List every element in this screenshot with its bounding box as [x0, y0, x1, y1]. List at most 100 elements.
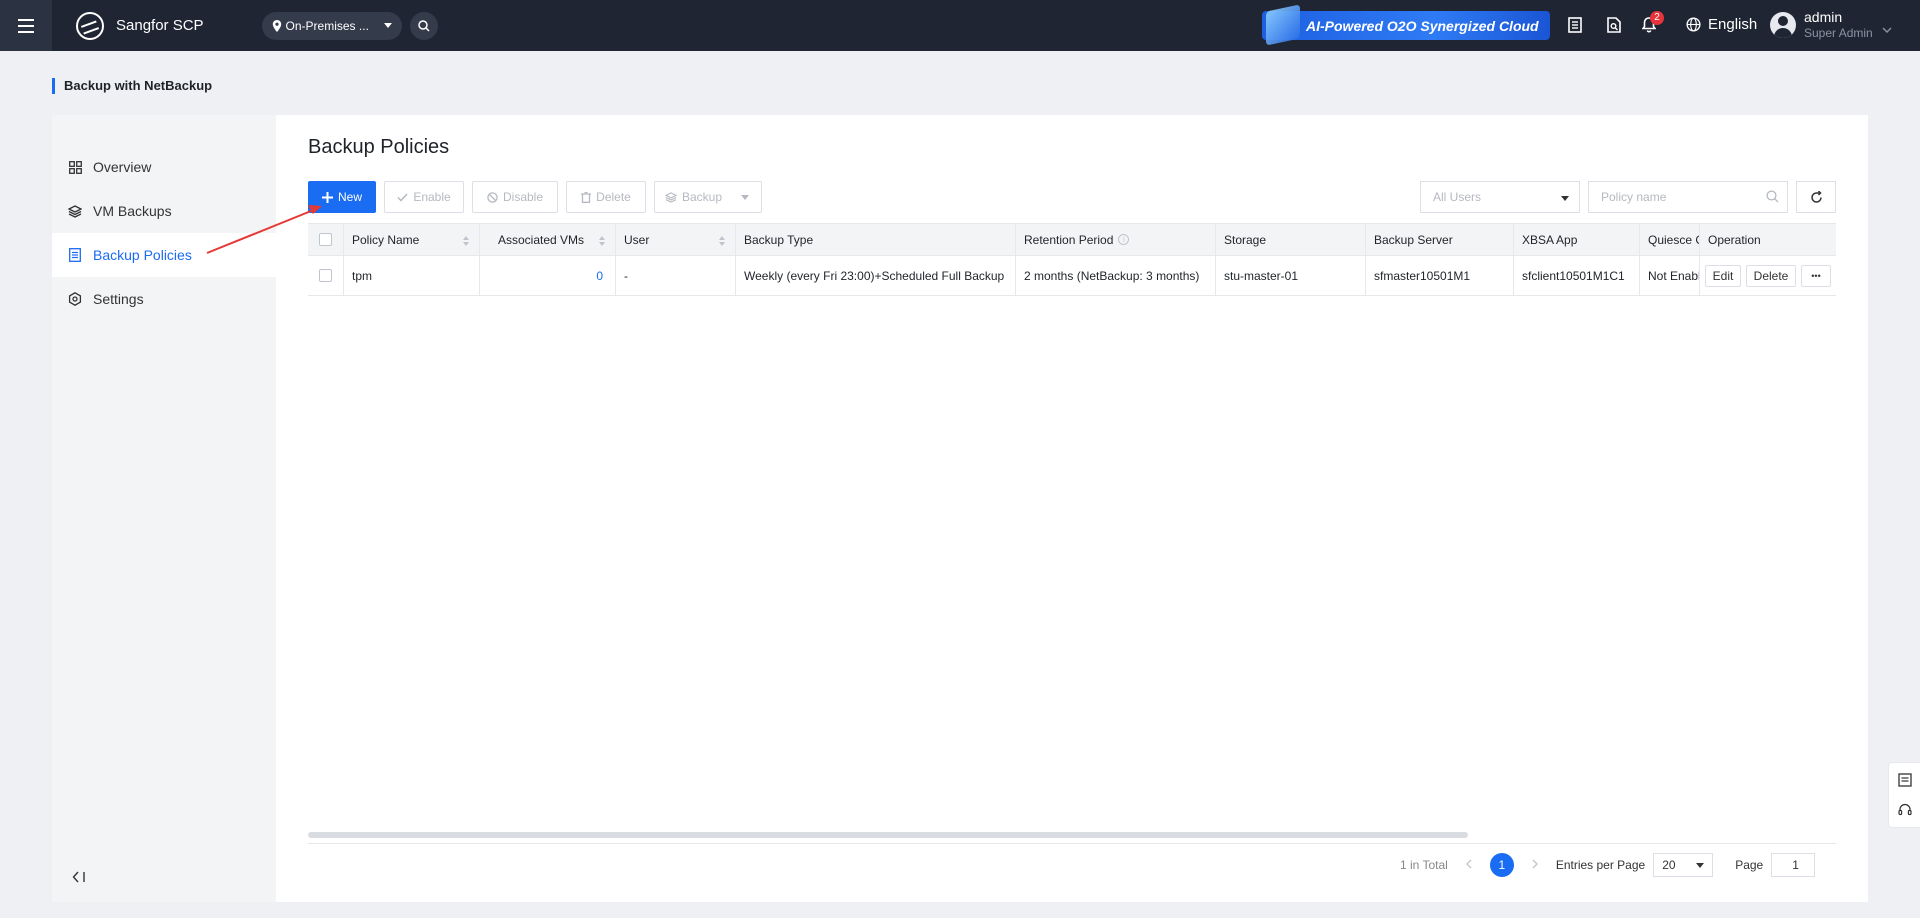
sidebar-item-label: Settings: [93, 291, 144, 307]
users-filter-value: All Users: [1433, 190, 1482, 204]
chevron-down-icon: [1561, 196, 1569, 201]
page-jump-input[interactable]: 1: [1771, 853, 1816, 877]
sidebar-item-label: Overview: [93, 159, 152, 175]
support-headset-icon[interactable]: [1898, 803, 1912, 817]
promo-banner[interactable]: AI-Powered O2O Synergized Cloud: [1262, 4, 1550, 46]
hamburger-icon: [18, 18, 34, 33]
next-page-chevron-icon[interactable]: [1532, 858, 1538, 872]
app-logo[interactable]: Sangfor SCP: [76, 11, 204, 40]
total-count: 1 in Total: [1400, 858, 1448, 872]
cell-backup-type: Weekly (every Fri 23:00)+Scheduled Full …: [736, 256, 1016, 295]
info-icon[interactable]: i: [1118, 234, 1130, 245]
cell-xbsa-app: sfclient10501M1C1: [1514, 256, 1640, 295]
region-label: On-Premises ...: [285, 18, 369, 33]
enable-button-label: Enable: [413, 190, 451, 204]
row-checkbox-cell[interactable]: [308, 256, 344, 295]
chevron-down-icon: [741, 195, 749, 200]
column-header-storage: Storage: [1216, 224, 1366, 255]
region-selector[interactable]: On-Premises ...: [261, 11, 402, 40]
column-header-label: Associated VMs: [498, 232, 585, 247]
plus-icon: [321, 191, 333, 203]
cloud-cube-icon: [1266, 4, 1300, 46]
new-policy-button[interactable]: New: [308, 181, 376, 213]
select-all-checkbox[interactable]: [319, 233, 332, 246]
select-all-checkbox-cell[interactable]: [308, 224, 344, 255]
new-button-label: New: [337, 190, 362, 204]
column-header-label: Policy Name: [352, 232, 420, 247]
top-navigation-bar: Sangfor SCP On-Premises ...: [0, 0, 1920, 51]
column-header-label: Backup Type: [744, 232, 814, 247]
policy-name-search-input[interactable]: Policy name: [1588, 181, 1788, 213]
sidebar-item-vm-backups[interactable]: VM Backups: [52, 189, 276, 233]
cell-retention-period: 2 months (NetBackup: 3 months): [1016, 256, 1216, 295]
more-actions-button[interactable]: •••: [1801, 264, 1831, 287]
table-row[interactable]: tpm 0 - Weekly (every Fri 23:00)+Schedul…: [308, 256, 1836, 296]
ban-icon: [487, 191, 498, 203]
users-filter-select[interactable]: All Users: [1420, 181, 1580, 213]
cell-storage: stu-master-01: [1216, 256, 1366, 295]
notification-count-badge: 2: [1650, 11, 1664, 25]
backup-dropdown-button[interactable]: Backup: [654, 181, 762, 213]
column-header-quiesce: Quiesce G: [1640, 224, 1700, 255]
entries-per-page-value: 20: [1662, 858, 1676, 872]
divider: [308, 843, 1836, 844]
entries-per-page-label: Entries per Page: [1555, 858, 1646, 872]
prev-page-chevron-icon[interactable]: [1465, 858, 1472, 872]
language-selector[interactable]: English: [1686, 16, 1757, 33]
column-header-associated-vms[interactable]: Associated VMs: [480, 224, 616, 255]
page-number-current[interactable]: 1: [1489, 853, 1514, 877]
hamburger-menu-button[interactable]: [0, 0, 52, 51]
promo-banner-text: AI-Powered O2O Synergized Cloud: [1306, 17, 1539, 34]
task-list-button[interactable]: [1566, 16, 1584, 34]
cell-associated-vms-link[interactable]: 0: [480, 256, 616, 295]
column-header-label: User: [624, 232, 650, 247]
search-icon: [1766, 190, 1779, 206]
task-list-icon: [1568, 17, 1582, 33]
page-header: Backup with NetBackup: [52, 78, 212, 94]
column-header-policy-name[interactable]: Policy Name: [344, 224, 480, 255]
feedback-form-icon[interactable]: [1898, 773, 1912, 787]
pagination: 1 in Total 1 Entries per Page 20 Page 1: [1400, 853, 1816, 877]
entries-per-page-select[interactable]: 20: [1653, 853, 1714, 877]
sidebar: Overview VM Backups Backup Policies Sett…: [52, 115, 276, 902]
global-search-button[interactable]: [409, 11, 438, 40]
delete-button[interactable]: Delete: [566, 181, 646, 213]
sidebar-item-settings[interactable]: Settings: [52, 277, 276, 321]
sort-icon[interactable]: [599, 236, 605, 246]
user-avatar[interactable]: [1770, 12, 1796, 38]
enable-button[interactable]: Enable: [384, 181, 464, 213]
column-header-label: Backup Server: [1374, 232, 1453, 247]
main-card: Overview VM Backups Backup Policies Sett…: [52, 115, 1868, 902]
refresh-button[interactable]: [1796, 181, 1836, 213]
user-menu-chevron-icon[interactable]: [1882, 22, 1892, 36]
globe-icon: [1686, 17, 1701, 32]
cell-backup-server: sfmaster10501M1: [1366, 256, 1514, 295]
horizontal-scrollbar[interactable]: [308, 832, 1468, 838]
sort-icon[interactable]: [719, 236, 725, 246]
row-checkbox[interactable]: [319, 269, 332, 282]
layers-icon: [665, 191, 677, 203]
row-delete-button[interactable]: Delete: [1746, 264, 1796, 287]
collapse-sidebar-button[interactable]: [72, 870, 86, 886]
language-label: English: [1708, 16, 1758, 33]
layers-icon: [68, 204, 82, 218]
edit-button[interactable]: Edit: [1705, 264, 1741, 287]
refresh-icon: [1810, 190, 1822, 203]
gear-icon: [68, 292, 82, 306]
sidebar-item-backup-policies[interactable]: Backup Policies: [52, 233, 276, 277]
column-header-label: Storage: [1224, 232, 1267, 247]
sidebar-item-overview[interactable]: Overview: [52, 145, 276, 189]
sort-icon[interactable]: [463, 236, 469, 246]
sangfor-logo-icon: [76, 11, 104, 40]
document-search-button[interactable]: [1605, 16, 1623, 34]
grid-icon: [68, 160, 82, 174]
column-header-label: Quiesce G: [1648, 232, 1700, 247]
disable-button[interactable]: Disable: [472, 181, 558, 213]
column-header-user[interactable]: User: [616, 224, 736, 255]
search-placeholder: Policy name: [1601, 190, 1667, 204]
column-header-label: XBSA App: [1522, 232, 1578, 247]
user-name: admin: [1804, 9, 1843, 25]
column-header-backup-type: Backup Type: [736, 224, 1016, 255]
user-menu[interactable]: admin Super Admin: [1804, 9, 1873, 41]
column-header-label: Retention Period: [1024, 232, 1114, 247]
